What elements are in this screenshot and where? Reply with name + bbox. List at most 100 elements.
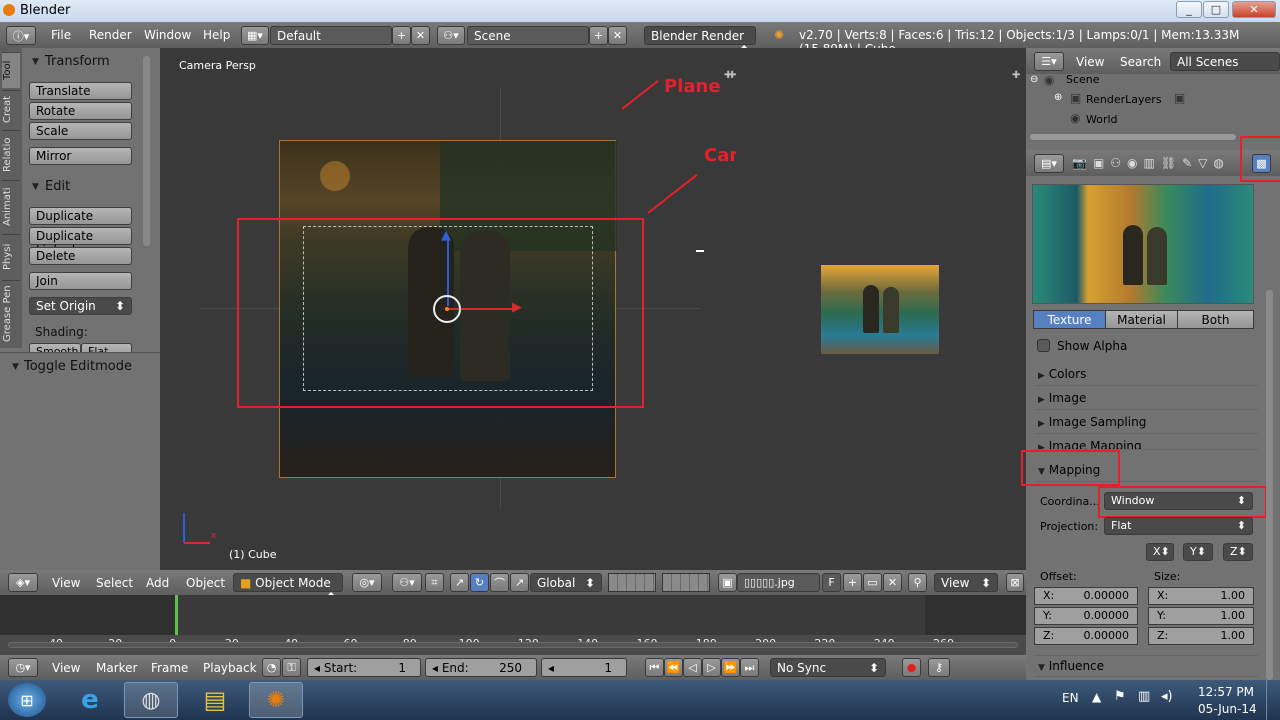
z-mapping-select[interactable]: Z⬍ [1223, 543, 1253, 561]
preview-range-icon[interactable]: ◔ [262, 658, 281, 677]
render-icon[interactable]: ⊠ [1006, 573, 1024, 592]
render-engine-select[interactable]: Blender Render⬍ [644, 26, 756, 57]
image-mapping-section[interactable]: ▶ Image Mapping [1034, 436, 1258, 450]
editor-type-outliner-icon[interactable]: ☰▾ [1034, 52, 1064, 71]
flag-icon[interactable]: ⚑ [1114, 689, 1126, 704]
scene-icon[interactable]: ⚇▾ [437, 26, 465, 45]
menu-object[interactable]: Object [186, 576, 225, 590]
smooth-button[interactable]: Smooth [29, 343, 81, 352]
minimize-button[interactable]: _ [1176, 1, 1202, 18]
menu-help[interactable]: Help [203, 28, 230, 42]
edit-panel-title[interactable]: Edit [45, 179, 70, 194]
scene-field[interactable]: Scene [467, 26, 589, 45]
keying-icon[interactable]: ⚷ [928, 658, 950, 677]
prev-keyframe-icon[interactable]: ⏪ [664, 658, 683, 677]
influence-section[interactable]: ▼ Influence [1034, 655, 1258, 677]
show-alpha-checkbox[interactable] [1037, 339, 1050, 352]
add-scene-icon[interactable]: + [589, 26, 608, 45]
start-button[interactable]: ⊞ [8, 683, 46, 717]
show-hidden-icons[interactable]: ▲ [1092, 690, 1101, 704]
menu-view[interactable]: View [52, 661, 80, 675]
renderlayers-settings-icon[interactable]: ▣ [1174, 91, 1185, 105]
sync-select[interactable]: No Sync ⬍ [770, 658, 886, 677]
toggle-editmode-title[interactable]: Toggle Editmode [24, 359, 132, 374]
image-editor[interactable]: ✚ ✚ [728, 48, 1026, 570]
x-mapping-select[interactable]: X⬍ [1146, 543, 1174, 561]
tab-tool[interactable]: Tool [2, 52, 20, 88]
projection-select[interactable]: Flat ⬍ [1104, 517, 1253, 535]
file-explorer-icon[interactable]: ▤ [188, 682, 242, 718]
duplicate-button[interactable]: Duplicate [29, 207, 132, 225]
current-frame-field[interactable]: ◂ 1 [541, 658, 627, 677]
network-icon[interactable]: ▥ [1138, 689, 1150, 704]
pivot-point-icon[interactable]: ⚇▾ [392, 573, 422, 592]
properties-scrollbar[interactable] [1266, 290, 1273, 680]
remove-scene-icon[interactable]: ✕ [608, 26, 627, 45]
image-name-field[interactable]: ▯▯▯▯▯.jpg [737, 573, 820, 592]
menu-marker[interactable]: Marker [96, 661, 137, 675]
set-origin-select[interactable]: Set Origin ⬍ [29, 297, 132, 315]
add-layout-icon[interactable]: + [392, 26, 411, 45]
timeline-scrollbar[interactable] [8, 642, 1018, 648]
area-split-icon[interactable]: ✚ [728, 70, 736, 81]
lock-layer-icon[interactable]: ▣ [718, 573, 737, 592]
remove-layout-icon[interactable]: ✕ [411, 26, 430, 45]
tab-animation[interactable]: Animati [2, 180, 20, 232]
layers-grid[interactable] [608, 573, 656, 592]
clock-date[interactable]: 05-Jun-14 [1198, 702, 1257, 716]
jump-start-icon[interactable]: ⏮ [645, 658, 664, 677]
area-split-icon[interactable]: ✚ [1012, 70, 1020, 81]
editor-type-info-icon[interactable]: ⓘ▾ [6, 26, 36, 45]
image-section[interactable]: ▶ Image [1034, 388, 1258, 410]
menu-view[interactable]: View [52, 576, 80, 590]
lock-range-icon[interactable]: ⚿ [282, 658, 301, 677]
y-mapping-select[interactable]: Y⬍ [1183, 543, 1213, 561]
record-icon[interactable]: ● [902, 658, 921, 677]
tree-scene[interactable]: Scene [1066, 73, 1100, 86]
network-globe-icon[interactable]: ◍ [124, 682, 178, 718]
show-desktop-button[interactable] [1266, 680, 1280, 720]
image-sampling-section[interactable]: ▶ Image Sampling [1034, 412, 1258, 434]
play-reverse-icon[interactable]: ◁ [683, 658, 702, 677]
new-image-icon[interactable]: + [843, 573, 862, 592]
rotate-button[interactable]: Rotate [29, 102, 132, 120]
internet-explorer-icon[interactable]: e [68, 684, 112, 716]
context-tabs[interactable]: 📷▣⚇◉▥⛓✎▽◍ [1072, 156, 1262, 172]
menu-select[interactable]: Select [96, 576, 133, 590]
close-button[interactable]: ✕ [1232, 1, 1276, 18]
manipulator-mode-icon[interactable]: ↗ [510, 573, 529, 592]
clock-time[interactable]: 12:57 PM [1198, 685, 1254, 699]
viewport-shading-icon[interactable]: ◎▾ [352, 573, 382, 592]
orientation-select[interactable]: Global ⬍ [530, 573, 602, 592]
size-x-field[interactable]: X: 1.00 [1148, 587, 1254, 605]
toolshelf-scrollbar[interactable] [143, 56, 150, 246]
layout-grid-icon[interactable]: ▦▾ [241, 26, 269, 45]
flat-button[interactable]: Flat [81, 343, 132, 352]
material-tab[interactable]: Material [1105, 310, 1178, 329]
tree-renderlayers[interactable]: RenderLayers [1086, 93, 1162, 106]
size-z-field[interactable]: Z: 1.00 [1148, 627, 1254, 645]
editor-type-properties-icon[interactable]: ▤▾ [1034, 154, 1064, 173]
maximize-button[interactable]: □ [1203, 1, 1229, 18]
colors-section[interactable]: ▶ Colors [1034, 364, 1258, 386]
outliner-scrollbar[interactable] [1030, 134, 1236, 140]
tree-world[interactable]: World [1086, 113, 1118, 126]
pin-icon[interactable]: ⚲ [908, 573, 927, 592]
start-frame-field[interactable]: ◂ Start: 1 [307, 658, 421, 677]
offset-y-field[interactable]: Y: 0.00000 [1034, 607, 1138, 625]
open-image-icon[interactable]: ▭ [863, 573, 882, 592]
language-indicator[interactable]: EN [1062, 691, 1079, 705]
layout-field[interactable]: Default [270, 26, 392, 45]
tab-grease-pencil[interactable]: Grease Pen [2, 280, 20, 346]
current-frame-line[interactable] [175, 595, 178, 636]
menu-file[interactable]: File [51, 28, 71, 42]
translate-manipulator-icon[interactable]: ↗ [450, 573, 469, 592]
tab-create[interactable]: Creat [2, 90, 20, 128]
collapse-triangle-icon[interactable]: ▼ [12, 362, 19, 372]
layers-grid-2[interactable] [662, 573, 710, 592]
menu-add[interactable]: Add [146, 576, 169, 590]
texture-tab[interactable]: Texture [1033, 310, 1106, 329]
timeline[interactable]: -40-200204060801001201401601802002202402… [0, 595, 1026, 655]
transform-panel-title[interactable]: Transform [45, 54, 110, 69]
offset-z-field[interactable]: Z: 0.00000 [1034, 627, 1138, 645]
